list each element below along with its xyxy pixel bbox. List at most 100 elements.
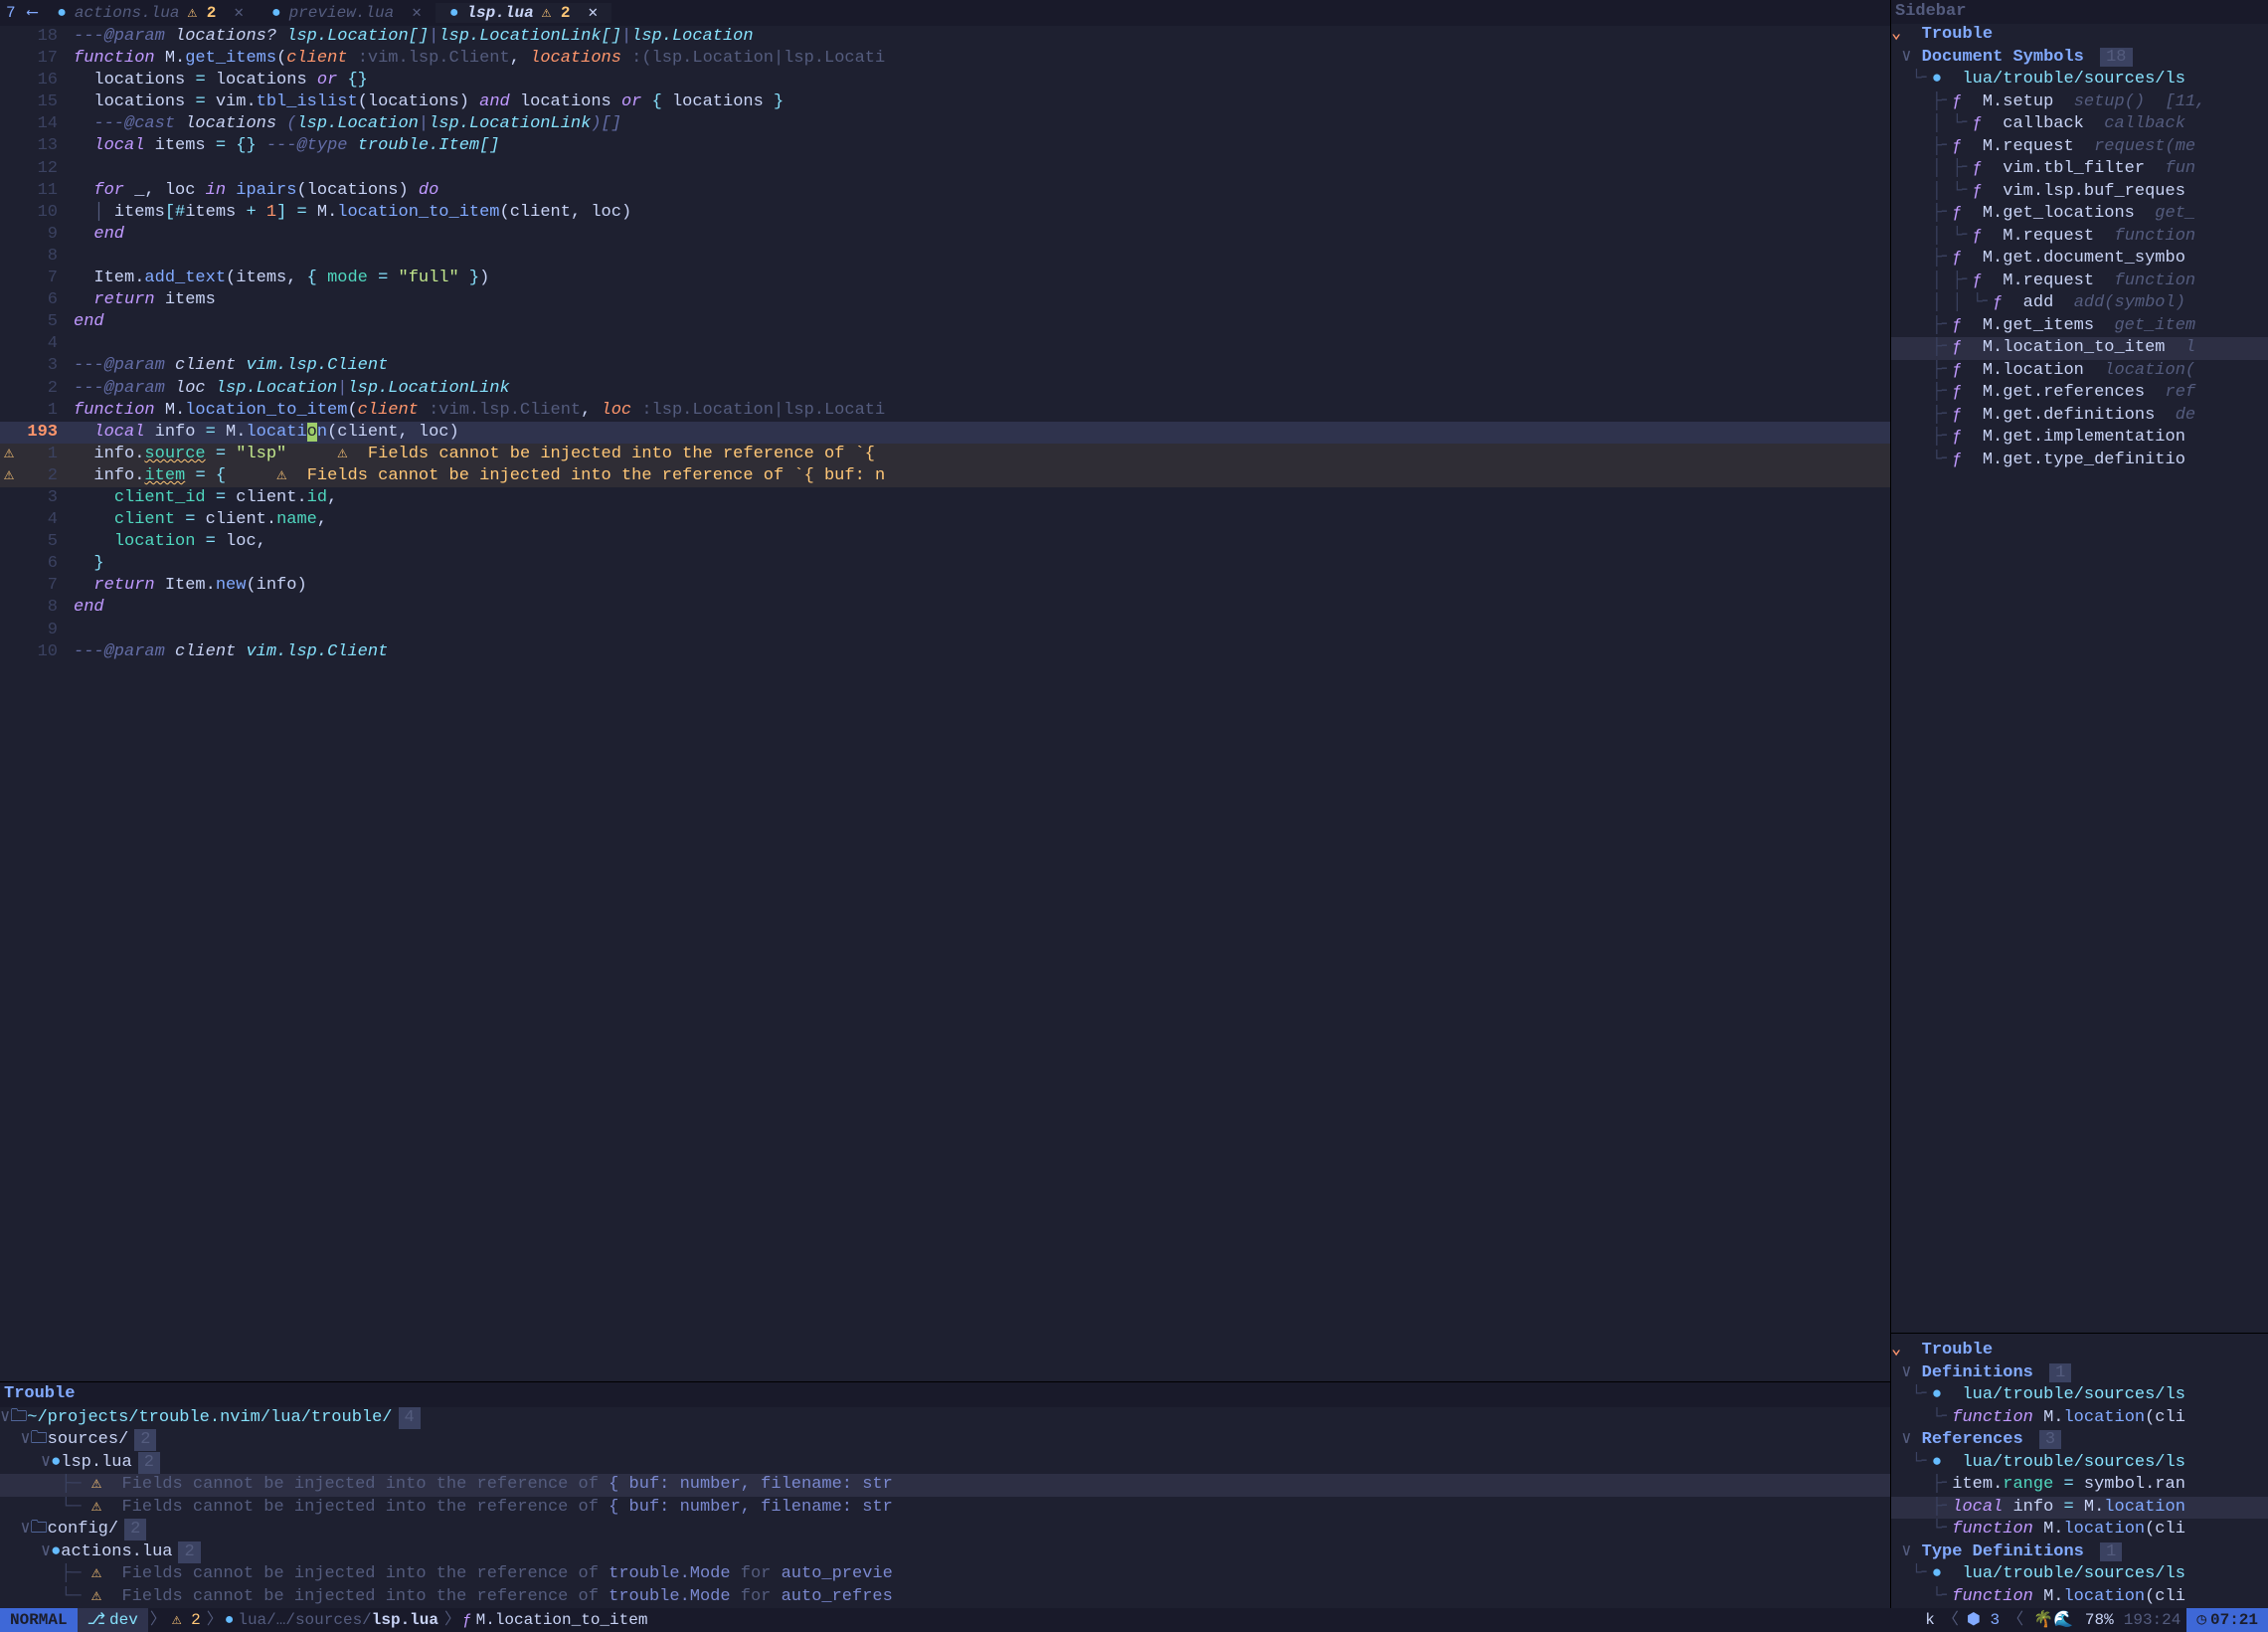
sidebar-trouble-header[interactable]: ⌄ Trouble — [1891, 24, 2268, 47]
code-line[interactable]: 18---@param locations? lsp.Location[]|ls… — [0, 26, 1890, 48]
lsp-item[interactable]: └╴function M.location(cli — [1891, 1407, 2268, 1430]
diagnostic-item[interactable]: ├─ ⚠ Fields cannot be injected into the … — [0, 1563, 1890, 1586]
editor[interactable]: 18---@param locations? lsp.Location[]|ls… — [0, 26, 1890, 1381]
trouble-panel[interactable]: ∨ 🗀 ~/projects/trouble.nvim/lua/trouble/… — [0, 1407, 1890, 1609]
section-document-symbols[interactable]: ∨ Document Symbols 18 — [1891, 47, 2268, 70]
symbol-item[interactable]: ├╴ƒ M.get.definitions de — [1891, 405, 2268, 428]
diagnostic-item[interactable]: ├─ ⚠ Fields cannot be injected into the … — [0, 1474, 1890, 1497]
close-icon[interactable]: ✕ — [224, 3, 244, 24]
warn-icon: ⚠ — [91, 1497, 122, 1519]
tab-lsp-lua[interactable]: ●lsp.lua⚠ 2✕ — [436, 3, 611, 24]
tree-item[interactable]: ∨ ● lsp.lua 2 — [0, 1452, 1890, 1475]
code-line[interactable]: 7 Item.add_text(items, { mode = "full" }… — [0, 268, 1890, 289]
symbol-item[interactable]: │ │ └╴ƒ add add(symbol) — [1891, 292, 2268, 315]
tab-back-icon[interactable]: ⟵ — [22, 3, 44, 24]
tab-preview-lua[interactable]: ●preview.lua✕ — [258, 3, 436, 24]
code-line[interactable]: 8 — [0, 246, 1890, 268]
line-number: 3 — [18, 487, 64, 509]
sidebar-lsp[interactable]: ⌄ Trouble ∨ Definitions 1 └╴● lua/troubl… — [1891, 1334, 2268, 1608]
code-line[interactable]: 4 — [0, 333, 1890, 355]
symbol-item[interactable]: ├╴ƒ M.setup setup() [11, — [1891, 91, 2268, 114]
lsp-item[interactable]: ├╴local info = M.location — [1891, 1497, 2268, 1520]
status-branch[interactable]: ⎇ dev — [78, 1608, 148, 1632]
gutter-sign — [0, 48, 18, 70]
symbol-item[interactable]: ├╴ƒ M.location_to_item l — [1891, 337, 2268, 360]
lsp-file[interactable]: └╴● lua/trouble/sources/ls — [1891, 1384, 2268, 1407]
code-line[interactable]: 13 local items = {} ---@type trouble.Ite… — [0, 135, 1890, 157]
symbol-item[interactable]: ├╴ƒ M.location location( — [1891, 360, 2268, 383]
code-line[interactable]: 11 for _, loc in ipairs(locations) do — [0, 180, 1890, 202]
diagnostic-item[interactable]: └─ ⚠ Fields cannot be injected into the … — [0, 1586, 1890, 1609]
lsp-file[interactable]: └╴● lua/trouble/sources/ls — [1891, 1563, 2268, 1586]
code-line[interactable]: 4 client = client.name, — [0, 509, 1890, 531]
code-line[interactable]: 16 locations = locations or {} — [0, 70, 1890, 91]
code-line[interactable]: 2---@param loc lsp.Location|lsp.Location… — [0, 378, 1890, 400]
status-warn[interactable]: ⚠ 2 — [168, 1610, 205, 1631]
code-line[interactable]: 10---@param client vim.lsp.Client — [0, 641, 1890, 663]
symbol-item[interactable]: └╴ƒ M.get.type_definitio — [1891, 450, 2268, 472]
lsp-file[interactable]: └╴● lua/trouble/sources/ls — [1891, 1452, 2268, 1475]
code-line[interactable]: 7 return Item.new(info) — [0, 575, 1890, 597]
close-icon[interactable]: ✕ — [402, 3, 422, 24]
lsp-item[interactable]: └╴function M.location(cli — [1891, 1586, 2268, 1609]
code-line[interactable]: 14 ---@cast locations (lsp.Location|lsp.… — [0, 113, 1890, 135]
code-line[interactable]: 15 locations = vim.tbl_islist(locations)… — [0, 91, 1890, 113]
gutter-sign — [0, 311, 18, 333]
code-line[interactable]: ⚠2 info.item = { ⚠ Fields cannot be inje… — [0, 465, 1890, 487]
lsp-item[interactable]: └╴function M.location(cli — [1891, 1519, 2268, 1541]
symbol-item[interactable]: ├╴ƒ M.get.references ref — [1891, 382, 2268, 405]
code-line[interactable]: 1function M.location_to_item(client :vim… — [0, 400, 1890, 422]
symbol-item[interactable]: │ ├╴ƒ M.request function — [1891, 271, 2268, 293]
tree-item[interactable]: ∨ 🗀 config/ 2 — [0, 1519, 1890, 1541]
code-line[interactable]: 9 end — [0, 224, 1890, 246]
symbol-item[interactable]: ├╴ƒ M.request request(me — [1891, 136, 2268, 159]
line-number: 9 — [18, 620, 64, 641]
symbol-item[interactable]: ├╴ƒ M.get.document_symbo — [1891, 248, 2268, 271]
code-line[interactable]: 193 local info = M.location(client, loc) — [0, 422, 1890, 444]
code-line[interactable]: 5 location = loc, — [0, 531, 1890, 553]
lsp-group[interactable]: ∨ References 3 — [1891, 1429, 2268, 1452]
code-line[interactable]: 5end — [0, 311, 1890, 333]
symbol-file[interactable]: └╴● lua/trouble/sources/ls — [1891, 69, 2268, 91]
symbol-item[interactable]: │ └╴ƒ vim.lsp.buf_reques — [1891, 181, 2268, 204]
close-icon[interactable]: ✕ — [579, 3, 599, 24]
line-number: 4 — [18, 509, 64, 531]
tree-item[interactable]: ∨ 🗀 sources/ 2 — [0, 1429, 1890, 1452]
code-line[interactable]: 17function M.get_items(client :vim.lsp.C… — [0, 48, 1890, 70]
code-line[interactable]: 6 } — [0, 553, 1890, 575]
code-line[interactable]: 3---@param client vim.lsp.Client — [0, 355, 1890, 377]
tree-item[interactable]: ∨ ● actions.lua 2 — [0, 1541, 1890, 1564]
lsp-group[interactable]: ∨ Type Definitions 1 — [1891, 1541, 2268, 1564]
lsp-item[interactable]: ├╴item.range = symbol.ran — [1891, 1474, 2268, 1497]
code-line[interactable]: 12 — [0, 158, 1890, 180]
code-line[interactable]: 8end — [0, 597, 1890, 619]
code-line[interactable]: 9 — [0, 620, 1890, 641]
gutter-sign — [0, 597, 18, 619]
diagnostic-item[interactable]: └─ ⚠ Fields cannot be injected into the … — [0, 1497, 1890, 1520]
tab-actions-lua[interactable]: ●actions.lua⚠ 2✕ — [43, 3, 258, 24]
code-text: function M.get_items(client :vim.lsp.Cli… — [64, 48, 885, 70]
code-text: return Item.new(info) — [64, 575, 307, 597]
symbol-item[interactable]: │ └╴ƒ callback callback — [1891, 113, 2268, 136]
symbol-item[interactable]: ├╴ƒ M.get_items get_item — [1891, 315, 2268, 338]
trouble-root[interactable]: ∨ 🗀 ~/projects/trouble.nvim/lua/trouble/… — [0, 1407, 1890, 1430]
code-text: end — [64, 597, 104, 619]
line-number: 5 — [18, 531, 64, 553]
code-text: locations = locations or {} — [64, 70, 368, 91]
code-line[interactable]: 10 │ items[#items + 1] = M.location_to_i… — [0, 202, 1890, 224]
code-line[interactable]: ⚠1 info.source = "lsp" ⚠ Fields cannot b… — [0, 444, 1890, 465]
folder-icon: 🗀 — [31, 1519, 48, 1541]
lsp-group[interactable]: ∨ Definitions 1 — [1891, 1362, 2268, 1385]
symbol-item[interactable]: │ ├╴ƒ vim.tbl_filter fun — [1891, 158, 2268, 181]
symbol-item[interactable]: │ └╴ƒ M.request function — [1891, 226, 2268, 249]
line-number: 10 — [18, 202, 64, 224]
sidebar-symbols[interactable]: ⌄ Trouble ∨ Document Symbols 18 └╴● lua/… — [1891, 24, 2268, 1333]
symbol-item[interactable]: ├╴ƒ M.get_locations get_ — [1891, 203, 2268, 226]
warn-icon: ⚠ — [91, 1563, 122, 1585]
code-line[interactable]: 3 client_id = client.id, — [0, 487, 1890, 509]
code-line[interactable]: 6 return items — [0, 289, 1890, 311]
symbol-item[interactable]: ├╴ƒ M.get.implementation — [1891, 427, 2268, 450]
sidebar-lsp-header[interactable]: ⌄ Trouble — [1891, 1340, 2268, 1362]
line-number: 2 — [18, 465, 64, 487]
line-number: 8 — [18, 246, 64, 268]
